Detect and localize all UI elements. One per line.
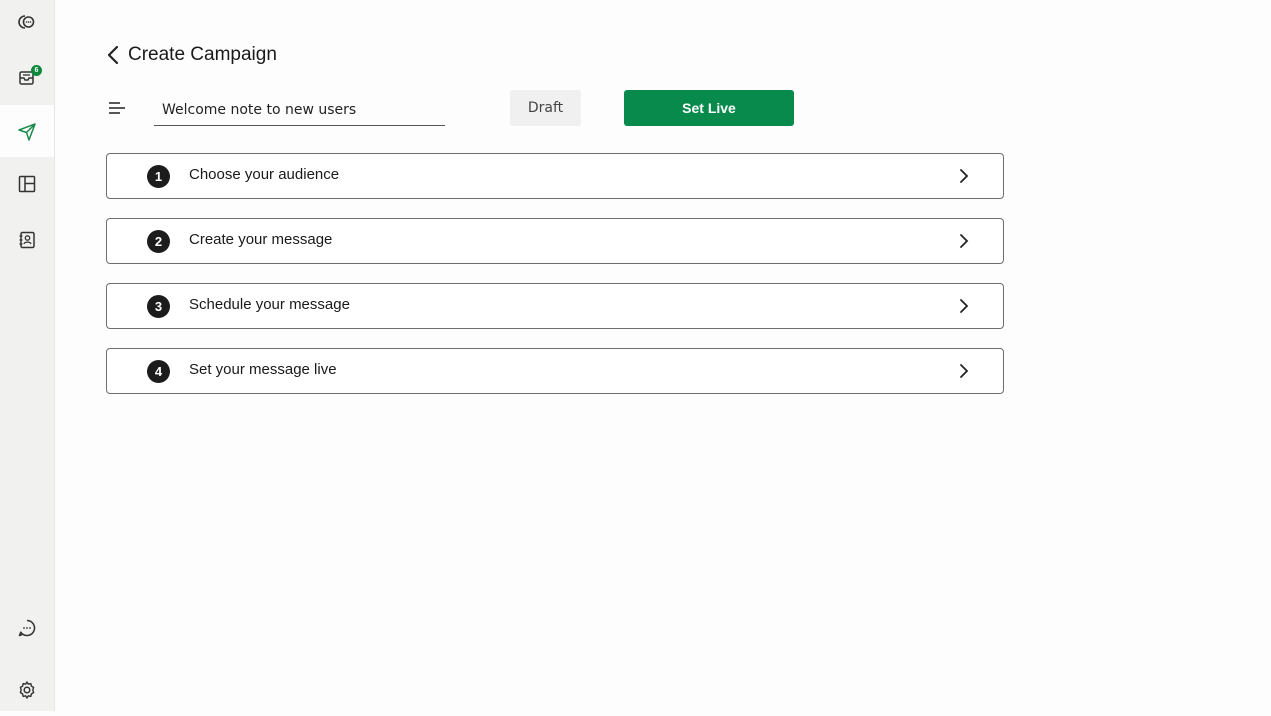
- sidebar-item-chat[interactable]: [0, 602, 54, 654]
- back-chevron-icon[interactable]: [106, 44, 122, 66]
- step-number-badge: 2: [147, 230, 170, 253]
- step-number-badge: 4: [147, 360, 170, 383]
- gear-icon: [17, 680, 37, 700]
- campaign-toolbar: Draft Set Live: [106, 88, 806, 128]
- chevron-right-icon: [957, 233, 971, 249]
- menu-icon[interactable]: [108, 101, 126, 115]
- step-label: Choose your audience: [189, 166, 339, 183]
- inbox-badge: 6: [31, 65, 42, 76]
- step-label: Set your message live: [189, 361, 337, 378]
- layout-icon: [17, 174, 37, 194]
- step-label: Schedule your message: [189, 296, 350, 313]
- set-live-button[interactable]: Set Live: [624, 90, 794, 126]
- draft-button[interactable]: Draft: [510, 90, 581, 126]
- chevron-right-icon: [957, 363, 971, 379]
- sidebar-item-conversations[interactable]: [0, 0, 54, 48]
- sidebar-item-settings[interactable]: [0, 664, 54, 716]
- step-schedule-message[interactable]: 3 Schedule your message: [106, 283, 1004, 329]
- step-number-badge: 3: [147, 295, 170, 318]
- main-content: Create Campaign Draft Set Live 1 Choose …: [54, 0, 1271, 711]
- sidebar-item-contacts[interactable]: [0, 214, 54, 266]
- campaign-name-input[interactable]: [154, 94, 445, 126]
- sidebar-item-inbox[interactable]: 6: [0, 51, 54, 103]
- page-header: Create Campaign: [106, 40, 277, 70]
- page-title: Create Campaign: [128, 44, 277, 66]
- chat-icon: [17, 618, 37, 638]
- step-create-message[interactable]: 2 Create your message: [106, 218, 1004, 264]
- chevron-right-icon: [957, 168, 971, 184]
- step-label: Create your message: [189, 231, 332, 248]
- send-icon: [17, 121, 37, 141]
- sidebar: 6: [0, 0, 55, 711]
- step-choose-audience[interactable]: 1 Choose your audience: [106, 153, 1004, 199]
- sidebar-item-layout[interactable]: [0, 158, 54, 210]
- step-number-badge: 1: [147, 165, 170, 188]
- campaign-steps: 1 Choose your audience 2 Create your mes…: [106, 153, 1004, 413]
- chat-bubbles-icon: [17, 12, 37, 32]
- sidebar-item-campaigns[interactable]: [0, 105, 54, 157]
- chevron-right-icon: [957, 298, 971, 314]
- step-set-message-live[interactable]: 4 Set your message live: [106, 348, 1004, 394]
- contacts-icon: [17, 230, 37, 250]
